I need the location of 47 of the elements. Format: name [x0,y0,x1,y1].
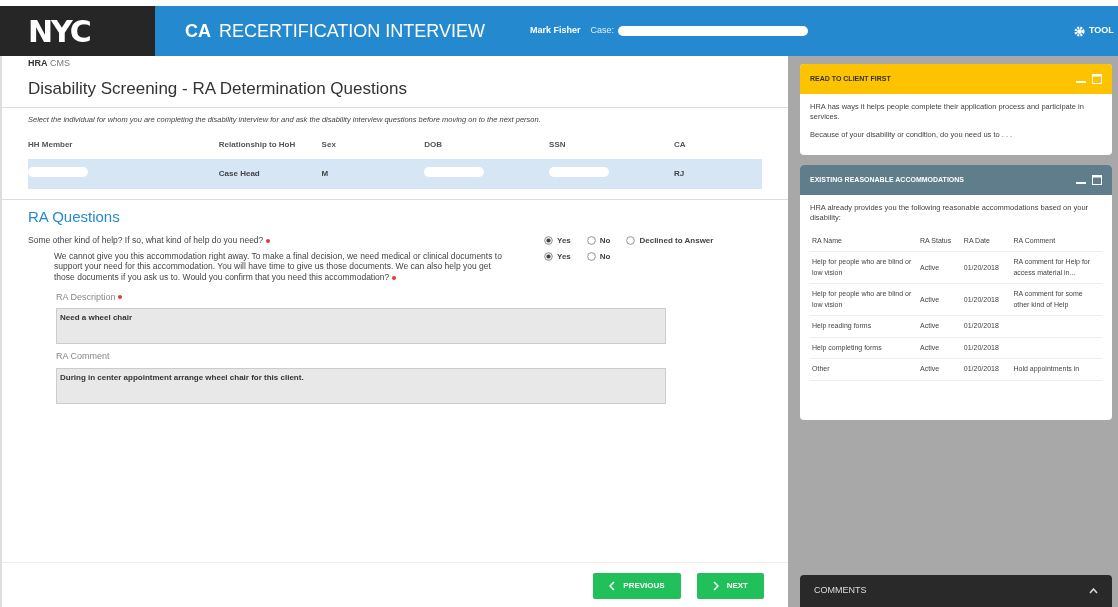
table-cell: M [321,169,329,179]
case-label: Case: [590,24,615,38]
column-header: SSN [549,131,674,160]
redaction-mark [28,167,88,178]
comments-title: COMMENTS [814,584,868,598]
column-header: DOB [424,131,550,160]
required-icon [118,295,123,300]
redaction-mark [549,167,610,178]
column-header: Relationship to HoH [218,131,322,160]
question-text: We cannot give you this accommodation right away. To make a final decision, we need medical or clinical documents to support your need for this accommodation. You will have time to give us those documents. We can also help you get those documents if you ask us to. Would you confirm that you need this accommodation? [54,250,503,283]
text-area[interactable]: During in center appointment arrange wheel chair for this client. [56,367,666,404]
comments-bar[interactable]: COMMENTS [800,575,1112,607]
column-header: Sex [321,131,425,160]
program-code: CA [185,19,211,43]
field-label: RA Description [56,290,762,305]
option-label[interactable]: No [599,234,611,247]
required-icon [391,275,396,280]
option-label[interactable]: Declined to Answer [639,234,714,247]
settings-icon[interactable] [1074,25,1085,37]
chevron-right-icon [712,580,719,591]
option-label[interactable]: No [599,250,611,263]
radio-button[interactable] [586,252,596,262]
breadcrumb-label: HRA CMS [27,57,71,70]
page-title: Disability Screening - RA Determination Questions [2,71,788,108]
table-cell: Case Head [218,169,260,179]
radio-button[interactable] [586,236,596,246]
chevron-icon[interactable] [1089,588,1098,594]
table-cell: RJ [673,169,685,179]
option-label[interactable]: Yes [557,234,571,247]
chevron-left-icon [609,580,616,591]
tools-menu[interactable]: TOOL [1089,24,1114,38]
radio-button[interactable] [544,236,553,246]
text-area[interactable]: Need a wheel chair [56,308,666,345]
maximize-icon[interactable] [1092,175,1102,186]
section-title: RA Questions [27,207,121,228]
user-name: Mark Fisher [530,24,581,38]
column-header: HH Member [28,131,219,160]
field-label: RA Comment [56,350,111,364]
logo: NYC [28,13,90,49]
page-header-title: RECERTIFICATION INTERVIEW [219,19,486,43]
column-header: CA [673,131,762,160]
radio-button[interactable] [626,236,636,246]
redaction-mark [424,167,485,178]
question-text: Some other kind of help? If so, what kind of help do you need? [28,234,514,247]
option-label[interactable]: Yes [557,250,571,263]
radio-button[interactable] [544,252,553,262]
required-icon [265,238,270,243]
